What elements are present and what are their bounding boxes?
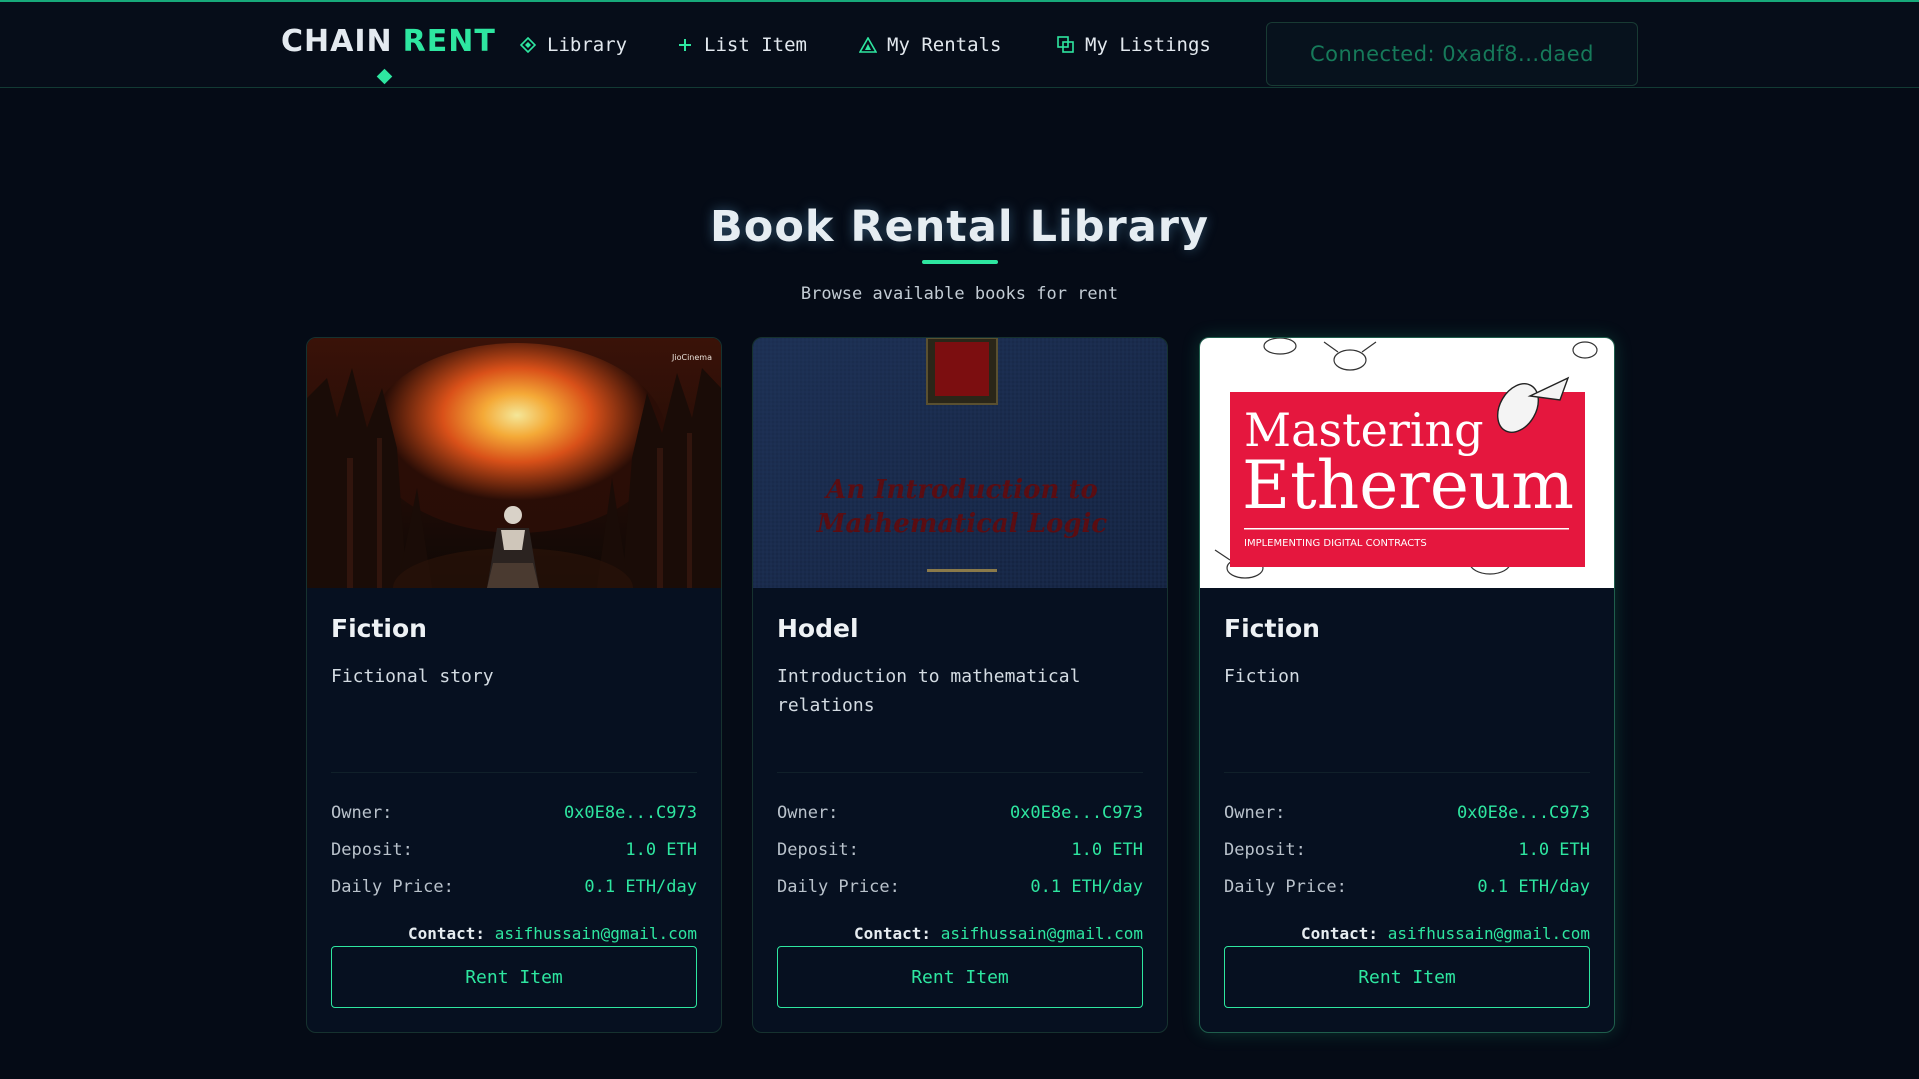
nav-list-item[interactable]: List Item <box>676 30 807 60</box>
brand-logo[interactable]: CHAIN RENT <box>281 24 496 64</box>
book-description: Fiction <box>1224 666 1300 687</box>
nav-my-listings-label: My Listings <box>1085 34 1211 56</box>
daily-price-value: 0.1 ETH/day <box>1477 877 1590 897</box>
book-title: Fiction <box>1224 614 1320 643</box>
daily-price-label: Daily Price: <box>1224 877 1347 897</box>
contact-email[interactable]: asifhussain@gmail.com <box>1388 924 1590 943</box>
cover-title-line2: Mathematical Logic <box>816 509 1108 539</box>
daily-price-value: 0.1 ETH/day <box>1030 877 1143 897</box>
cover-subtitle: IMPLEMENTING DIGITAL CONTRACTS <box>1244 538 1427 549</box>
daily-price-row: Daily Price: 0.1 ETH/day <box>777 877 1143 901</box>
contact-line: Contact: asifhussain@gmail.com <box>1224 924 1590 943</box>
book-description: Fictional story <box>331 666 494 687</box>
cover-title-line2: Ethereum <box>1242 447 1574 524</box>
page-title: Book Rental Library <box>710 202 1209 252</box>
contact-label: Contact: <box>854 924 932 943</box>
owner-row: Owner: 0x0E8e...C973 <box>777 803 1143 827</box>
contact-label: Contact: <box>1301 924 1379 943</box>
rent-item-button[interactable]: Rent Item <box>331 946 697 1008</box>
rent-item-button[interactable]: Rent Item <box>1224 946 1590 1008</box>
deposit-value: 1.0 ETH <box>625 840 697 860</box>
deposit-value: 1.0 ETH <box>1071 840 1143 860</box>
cover-watermark: JioCinema <box>671 353 712 362</box>
owner-label: Owner: <box>777 803 839 823</box>
contact-email[interactable]: asifhussain@gmail.com <box>495 924 697 943</box>
rent-item-button[interactable]: Rent Item <box>777 946 1143 1008</box>
diamond-icon <box>519 36 537 54</box>
deposit-label: Deposit: <box>777 840 859 860</box>
navbar: CHAIN RENT Library List Item My Rentals … <box>0 2 1919 88</box>
deposit-label: Deposit: <box>1224 840 1306 860</box>
brand-chain: CHAIN <box>281 24 393 59</box>
card-divider <box>777 772 1143 773</box>
nav-my-listings[interactable]: My Listings <box>1057 30 1211 60</box>
brand-rent: RENT <box>402 24 496 59</box>
daily-price-row: Daily Price: 0.1 ETH/day <box>331 877 697 901</box>
deposit-value: 1.0 ETH <box>1518 840 1590 860</box>
contact-email[interactable]: asifhussain@gmail.com <box>941 924 1143 943</box>
owner-value: 0x0E8e...C973 <box>563 803 697 823</box>
daily-price-label: Daily Price: <box>777 877 900 897</box>
owner-row: Owner: 0x0E8e...C973 <box>1224 803 1590 827</box>
deposit-label: Deposit: <box>331 840 413 860</box>
book-description: Introduction to mathematical relations <box>777 666 1081 716</box>
nav-my-rentals-label: My Rentals <box>887 34 1002 56</box>
book-cover-image: Mastering Ethereum IMPLEMENTING DIGITAL … <box>1200 338 1614 588</box>
book-card: Mastering Ethereum IMPLEMENTING DIGITAL … <box>1199 337 1615 1033</box>
book-cover-image: An Introduction to Mathematical Logic <box>753 338 1167 588</box>
nav-library-label: Library <box>547 34 628 56</box>
deposit-row: Deposit: 1.0 ETH <box>331 840 697 864</box>
nav-library[interactable]: Library <box>519 30 627 60</box>
book-title: Fiction <box>331 614 427 643</box>
contact-line: Contact: asifhussain@gmail.com <box>777 924 1143 943</box>
nav-my-rentals[interactable]: My Rentals <box>859 30 1001 60</box>
card-divider <box>331 772 697 773</box>
wallet-address: Connected: 0xadf8...daed <box>1309 42 1595 66</box>
owner-value: 0x0E8e...C973 <box>1009 803 1143 823</box>
cover-title-line1: An Introduction to <box>823 475 1098 505</box>
daily-price-value: 0.1 ETH/day <box>584 877 697 897</box>
page-subtitle: Browse available books for rent <box>800 284 1119 304</box>
daily-price-label: Daily Price: <box>331 877 454 897</box>
daily-price-row: Daily Price: 0.1 ETH/day <box>1224 877 1590 901</box>
book-cover-image: JioCinema <box>307 338 721 588</box>
owner-label: Owner: <box>1224 803 1286 823</box>
contact-line: Contact: asifhussain@gmail.com <box>331 924 697 943</box>
contact-label: Contact: <box>408 924 486 943</box>
triangle-icon <box>859 36 877 54</box>
plus-icon <box>676 36 694 54</box>
owner-value: 0x0E8e...C973 <box>1456 803 1590 823</box>
nav-list-item-label: List Item <box>704 34 807 56</box>
book-title: Hodel <box>777 614 859 643</box>
deposit-row: Deposit: 1.0 ETH <box>777 840 1143 864</box>
card-divider <box>1224 772 1590 773</box>
active-indicator-dot <box>376 68 393 85</box>
book-card: JioCinema Fiction Fictional story Owner:… <box>306 337 722 1033</box>
deposit-row: Deposit: 1.0 ETH <box>1224 840 1590 864</box>
owner-row: Owner: 0x0E8e...C973 <box>331 803 697 827</box>
wallet-status-button[interactable]: Connected: 0xadf8...daed <box>1266 22 1638 86</box>
book-card: An Introduction to Mathematical Logic Ho… <box>752 337 1168 1033</box>
title-underline <box>922 260 998 264</box>
copy-icon <box>1057 36 1075 54</box>
owner-label: Owner: <box>331 803 393 823</box>
